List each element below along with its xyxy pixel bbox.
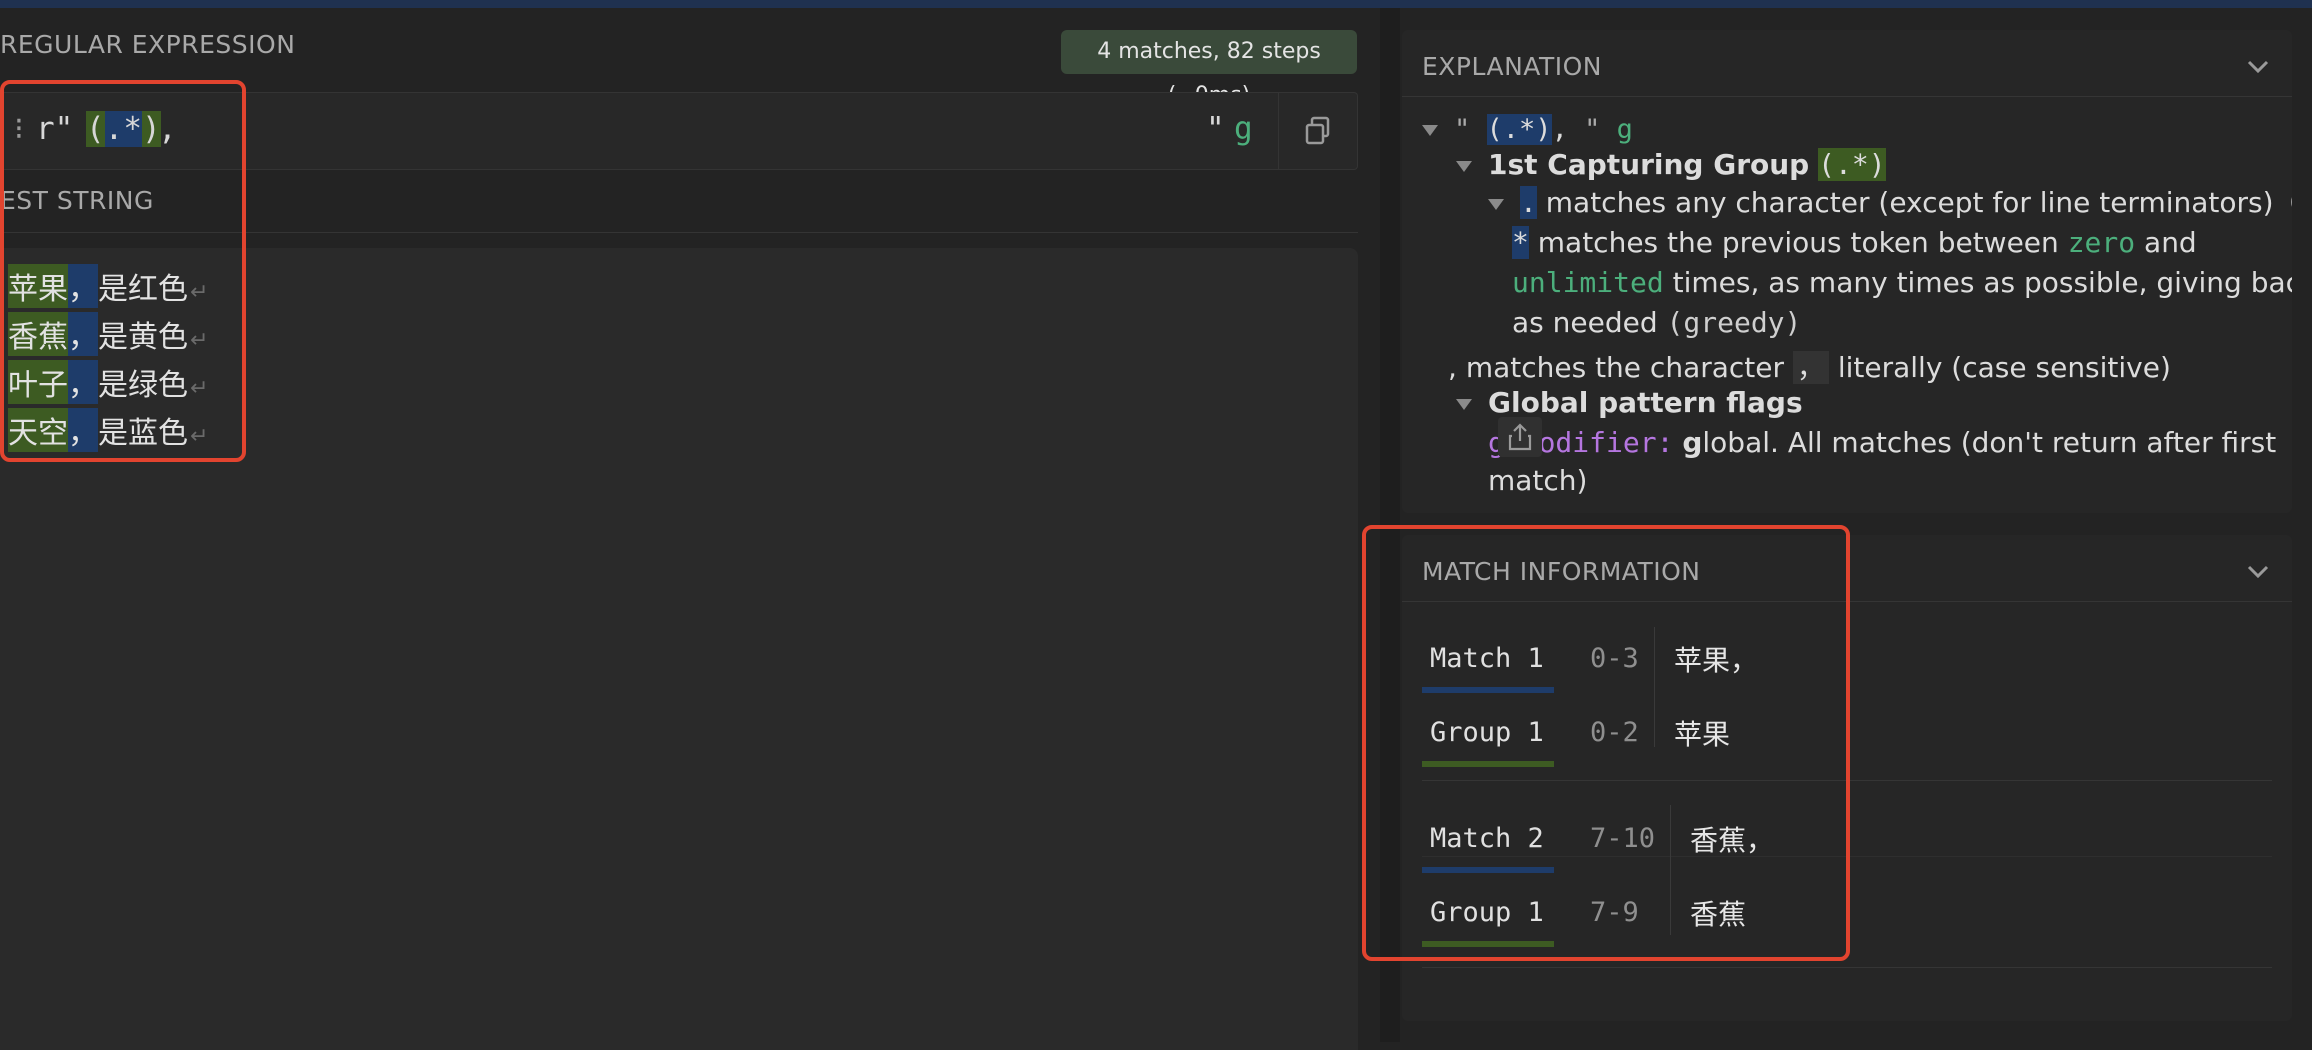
expl-group-node[interactable]: 1st Capturing Group (.*): [1456, 148, 1886, 181]
expl-greedy: (greedy): [1666, 306, 1802, 339]
export-button[interactable]: [1498, 417, 1542, 457]
expl-and: and: [2144, 226, 2197, 259]
expl-star-text: matches the previous token between: [1537, 226, 2059, 259]
copy-regex-button[interactable]: [1278, 93, 1357, 169]
expl-flags-node[interactable]: Global pattern flags: [1456, 386, 1803, 419]
explanation-divider: [1402, 96, 2292, 97]
expl-dot-node[interactable]: . matches any character (except for line…: [1488, 186, 2292, 219]
expl-regex: (.*): [1486, 114, 1552, 145]
help-icon[interactable]: ?: [2290, 189, 2292, 215]
expl-zero: zero: [2067, 226, 2136, 259]
regex-close-quote: ": [1206, 111, 1225, 147]
expl-star-token: *: [1512, 226, 1529, 259]
expl-literal-text: literally (case sensitive): [1837, 351, 2171, 384]
expl-quote: ": [1454, 114, 1471, 145]
collapse-triangle-icon[interactable]: [1456, 160, 1472, 172]
share-icon: [1508, 423, 1532, 451]
expl-group-regex: (.*): [1818, 148, 1886, 181]
collapse-triangle-icon[interactable]: [1488, 198, 1504, 210]
explanation-title: EXPLANATION: [1422, 52, 1602, 81]
expl-match-text: match): [1488, 464, 1588, 497]
expl-group-title: 1st Capturing Group: [1488, 148, 1810, 181]
expl-global-line-1: g modifier: global. All matches (don't r…: [1488, 426, 2276, 459]
match-stats-badge: 4 matches, 82 steps (~0ms): [1061, 30, 1357, 108]
explanation-root[interactable]: " (.*), " g: [1422, 114, 1633, 145]
expl-star-line-1: * matches the previous token between zer…: [1512, 226, 2197, 259]
top-accent-bar: [0, 0, 2312, 8]
collapse-triangle-icon[interactable]: [1422, 125, 1438, 136]
expl-global-text: lobal. All matches (don't return after f…: [1702, 426, 2277, 459]
expl-comma-char: ，: [1792, 351, 1829, 384]
expl-dot-token: .: [1520, 186, 1537, 219]
chevron-down-icon[interactable]: [2244, 557, 2272, 585]
expl-star-line-2: unlimited times, as many times as possib…: [1512, 266, 2292, 299]
expl-times-text: times, as many times as possible, giving…: [1672, 266, 2292, 299]
copy-icon: [1305, 116, 1330, 145]
expl-comma-node: , matches the character ， literally (cas…: [1448, 346, 2171, 386]
expl-dot-text: matches any character (except for line t…: [1545, 186, 2274, 219]
expl-comma: ,: [1551, 114, 1568, 145]
expl-comma-text: matches the character: [1465, 351, 1785, 384]
expl-close-quote: ": [1584, 114, 1601, 145]
annotation-box-match-info: [1362, 525, 1850, 961]
expl-as-needed: as needed: [1512, 306, 1658, 339]
expl-flag: g: [1616, 114, 1633, 145]
expl-global-line-2: match): [1488, 464, 1587, 497]
match-separator: [1422, 967, 2272, 968]
expl-star-line-3: as needed (greedy): [1512, 306, 1801, 339]
chevron-down-icon[interactable]: [2244, 52, 2272, 80]
expl-g-letter: g: [1682, 426, 1703, 459]
expl-unlimited: unlimited: [1512, 266, 1664, 299]
regex-section-label: REGULAR EXPRESSION: [0, 30, 296, 59]
expl-comma-token: ,: [1448, 351, 1457, 384]
annotation-box-regex-test: [0, 80, 246, 462]
regex-flags[interactable]: g: [1234, 111, 1253, 147]
expl-flags-title: Global pattern flags: [1488, 386, 1803, 419]
collapse-triangle-icon[interactable]: [1456, 398, 1472, 410]
